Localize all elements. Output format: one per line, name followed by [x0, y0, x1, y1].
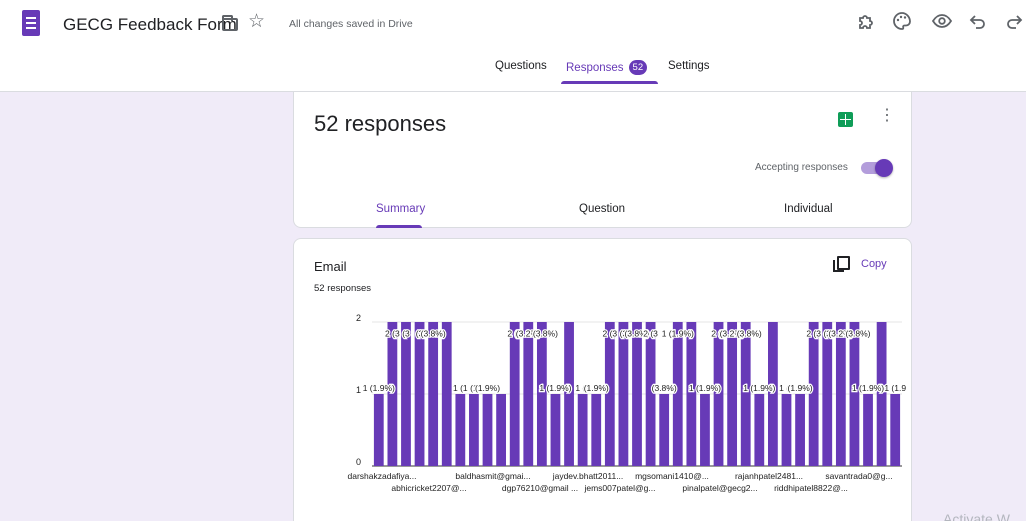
bar — [482, 394, 493, 466]
data-label: (1.9%) — [475, 383, 500, 393]
data-label: 1 (1 — [453, 383, 468, 393]
bar — [727, 322, 738, 466]
x-tick-label: pinalpatel@gecg2... — [682, 483, 757, 493]
bar — [686, 322, 697, 466]
bar — [604, 322, 615, 466]
data-label: (3.8%) — [421, 328, 446, 338]
bar — [754, 394, 765, 466]
data-label: 1 (1.9%) — [363, 383, 395, 393]
bar — [373, 394, 384, 466]
y-tick-label: 0 — [356, 457, 361, 467]
bar — [768, 322, 778, 466]
y-tick-label: 1 — [356, 385, 361, 395]
bar — [822, 322, 833, 466]
data-label: 1 (1.9%) — [539, 383, 571, 393]
data-label: 2 (3 — [643, 328, 658, 338]
data-label: (3 — [402, 328, 410, 338]
bar — [835, 322, 846, 466]
bar — [876, 322, 887, 466]
data-label: 1 (1.9 — [884, 383, 906, 393]
bar — [849, 322, 860, 466]
x-tick-label: savantrada0@g... — [825, 471, 892, 481]
data-label: 2 (3 — [806, 328, 821, 338]
data-label: (1.9%) — [788, 383, 813, 393]
bar — [401, 322, 411, 466]
x-tick-label: baldhasmit@gmai... — [455, 471, 530, 481]
bar — [890, 394, 901, 466]
data-label: 2 (3.8%) — [838, 328, 870, 338]
data-label: 1 (1.9%) — [852, 383, 884, 393]
bar — [469, 394, 479, 466]
bar — [740, 322, 751, 466]
bar — [441, 322, 452, 466]
bar — [781, 394, 792, 466]
data-label: 2 (3 — [385, 328, 400, 338]
x-tick-label: riddhipatel8822@... — [774, 483, 848, 493]
bar — [496, 394, 506, 466]
bar — [591, 394, 602, 466]
bar — [536, 322, 547, 466]
x-tick-label: dgp76210@gmail ... — [502, 483, 578, 493]
data-label: (1.9%) — [584, 383, 609, 393]
x-tick-label: abhicricket2207@... — [391, 483, 466, 493]
bar — [700, 394, 710, 466]
bar — [863, 394, 873, 466]
bar — [509, 322, 520, 466]
x-tick-label: darshakzadafiya... — [348, 471, 417, 481]
bar — [577, 394, 588, 466]
bar — [659, 394, 670, 466]
bar — [414, 322, 425, 466]
bar — [428, 322, 439, 466]
bar — [550, 394, 561, 466]
x-tick-label: jems007patel@g... — [583, 483, 655, 493]
bar — [672, 322, 683, 466]
bar — [523, 322, 534, 466]
activate-watermark: Activate W — [943, 511, 1010, 521]
bar — [645, 322, 656, 466]
x-tick-label: rajanhpatel2481... — [735, 471, 803, 481]
bar — [455, 394, 466, 466]
x-tick-label: jaydev.bhatt2011... — [552, 471, 624, 481]
bar — [387, 322, 398, 466]
bar — [564, 322, 574, 466]
bar — [795, 394, 805, 466]
bar — [632, 322, 642, 466]
data-label: 2 (3 — [602, 328, 617, 338]
data-label: 1 (1.9%) — [689, 383, 721, 393]
email-bar-chart: 0121 (1.9%)2 (3 (3 (3(3.8%)1 (1 (1(1.9%)2 (… — [348, 313, 908, 493]
data-label: 2 (3.8%) — [526, 328, 558, 338]
data-label: 1 (1.9%) — [743, 383, 775, 393]
data-label: 2 (3.8%) — [730, 328, 762, 338]
data-label: (3.8%) — [652, 383, 677, 393]
bar — [713, 322, 724, 466]
bar — [808, 322, 819, 466]
y-tick-label: 2 — [356, 313, 361, 323]
bar — [618, 322, 629, 466]
data-label: 1 (1.9%) — [662, 328, 694, 338]
x-tick-label: mgsomani1410@... — [635, 471, 709, 481]
